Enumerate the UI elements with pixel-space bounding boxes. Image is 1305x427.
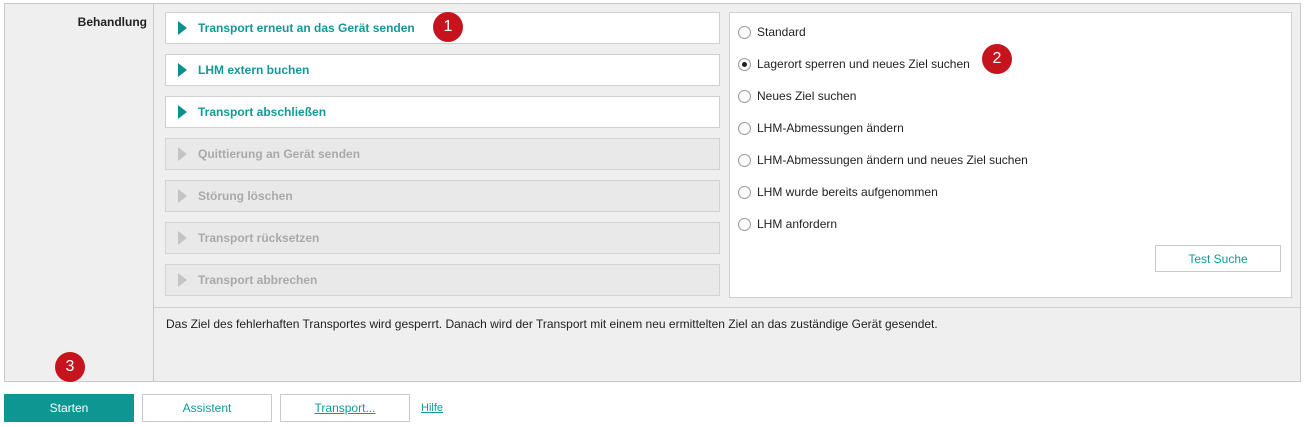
option-label: LHM wurde bereits aufgenommen — [757, 185, 938, 199]
treatment-panel: Behandlung Transport erneut an das Gerät… — [4, 3, 1301, 382]
transport-button[interactable]: Transport... — [280, 394, 410, 422]
option-description: Das Ziel des fehlerhaften Transportes wi… — [166, 317, 938, 331]
option-lhm-already-picked[interactable]: LHM wurde bereits aufgenommen — [738, 185, 938, 199]
option-change-dimensions[interactable]: LHM-Abmessungen ändern — [738, 121, 904, 135]
action-label: Transport rücksetzen — [198, 231, 320, 245]
action-label: Transport abbrechen — [198, 273, 318, 287]
action-label: LHM extern buchen — [198, 63, 310, 77]
divider — [154, 307, 1300, 308]
action-book-lhm-external[interactable]: LHM extern buchen — [165, 54, 720, 86]
option-label: LHM anfordern — [757, 217, 838, 231]
option-lock-location-new-target[interactable]: Lagerort sperren und neues Ziel suchen — [738, 57, 970, 71]
play-icon — [178, 105, 187, 119]
callout-badge-1: 1 — [433, 12, 463, 42]
action-clear-fault: Störung löschen — [165, 180, 720, 212]
option-label: LHM-Abmessungen ändern und neues Ziel su… — [757, 153, 1028, 167]
test-search-button[interactable]: Test Suche — [1155, 245, 1281, 272]
option-label: Lagerort sperren und neues Ziel suchen — [757, 57, 970, 71]
label-column: Behandlung — [5, 4, 154, 381]
action-label: Transport abschließen — [198, 105, 327, 119]
radio-button[interactable] — [738, 185, 751, 199]
help-link[interactable]: Hilfe — [421, 402, 443, 414]
action-send-acknowledgement: Quittierung an Gerät senden — [165, 138, 720, 170]
play-icon — [178, 21, 187, 35]
section-label: Behandlung — [77, 15, 147, 29]
option-standard[interactable]: Standard — [738, 25, 806, 39]
radio-button[interactable] — [738, 217, 751, 231]
option-label: Standard — [757, 25, 806, 39]
play-icon — [178, 189, 187, 203]
radio-button[interactable] — [738, 121, 751, 135]
play-icon — [178, 231, 187, 245]
radio-button[interactable] — [738, 25, 751, 39]
action-complete-transport[interactable]: Transport abschließen — [165, 96, 720, 128]
option-new-target[interactable]: Neues Ziel suchen — [738, 89, 856, 103]
action-label: Störung löschen — [198, 189, 293, 203]
radio-button[interactable] — [738, 89, 751, 103]
action-cancel-transport: Transport abbrechen — [165, 264, 720, 296]
option-label: LHM-Abmessungen ändern — [757, 121, 904, 135]
callout-badge-3: 3 — [55, 352, 85, 382]
callout-badge-2: 2 — [982, 44, 1012, 74]
action-reset-transport: Transport rücksetzen — [165, 222, 720, 254]
play-icon — [178, 147, 187, 161]
option-change-dimensions-new-target[interactable]: LHM-Abmessungen ändern und neues Ziel su… — [738, 153, 1028, 167]
play-icon — [178, 273, 187, 287]
start-button[interactable]: Starten — [4, 394, 134, 422]
option-request-lhm[interactable]: LHM anfordern — [738, 217, 837, 231]
action-label: Transport erneut an das Gerät senden — [198, 21, 415, 35]
option-label: Neues Ziel suchen — [757, 89, 857, 103]
play-icon — [178, 63, 187, 77]
assistant-button[interactable]: Assistent — [142, 394, 272, 422]
action-label: Quittierung an Gerät senden — [198, 147, 361, 161]
radio-button[interactable] — [738, 153, 751, 167]
radio-button-selected[interactable] — [738, 57, 751, 71]
